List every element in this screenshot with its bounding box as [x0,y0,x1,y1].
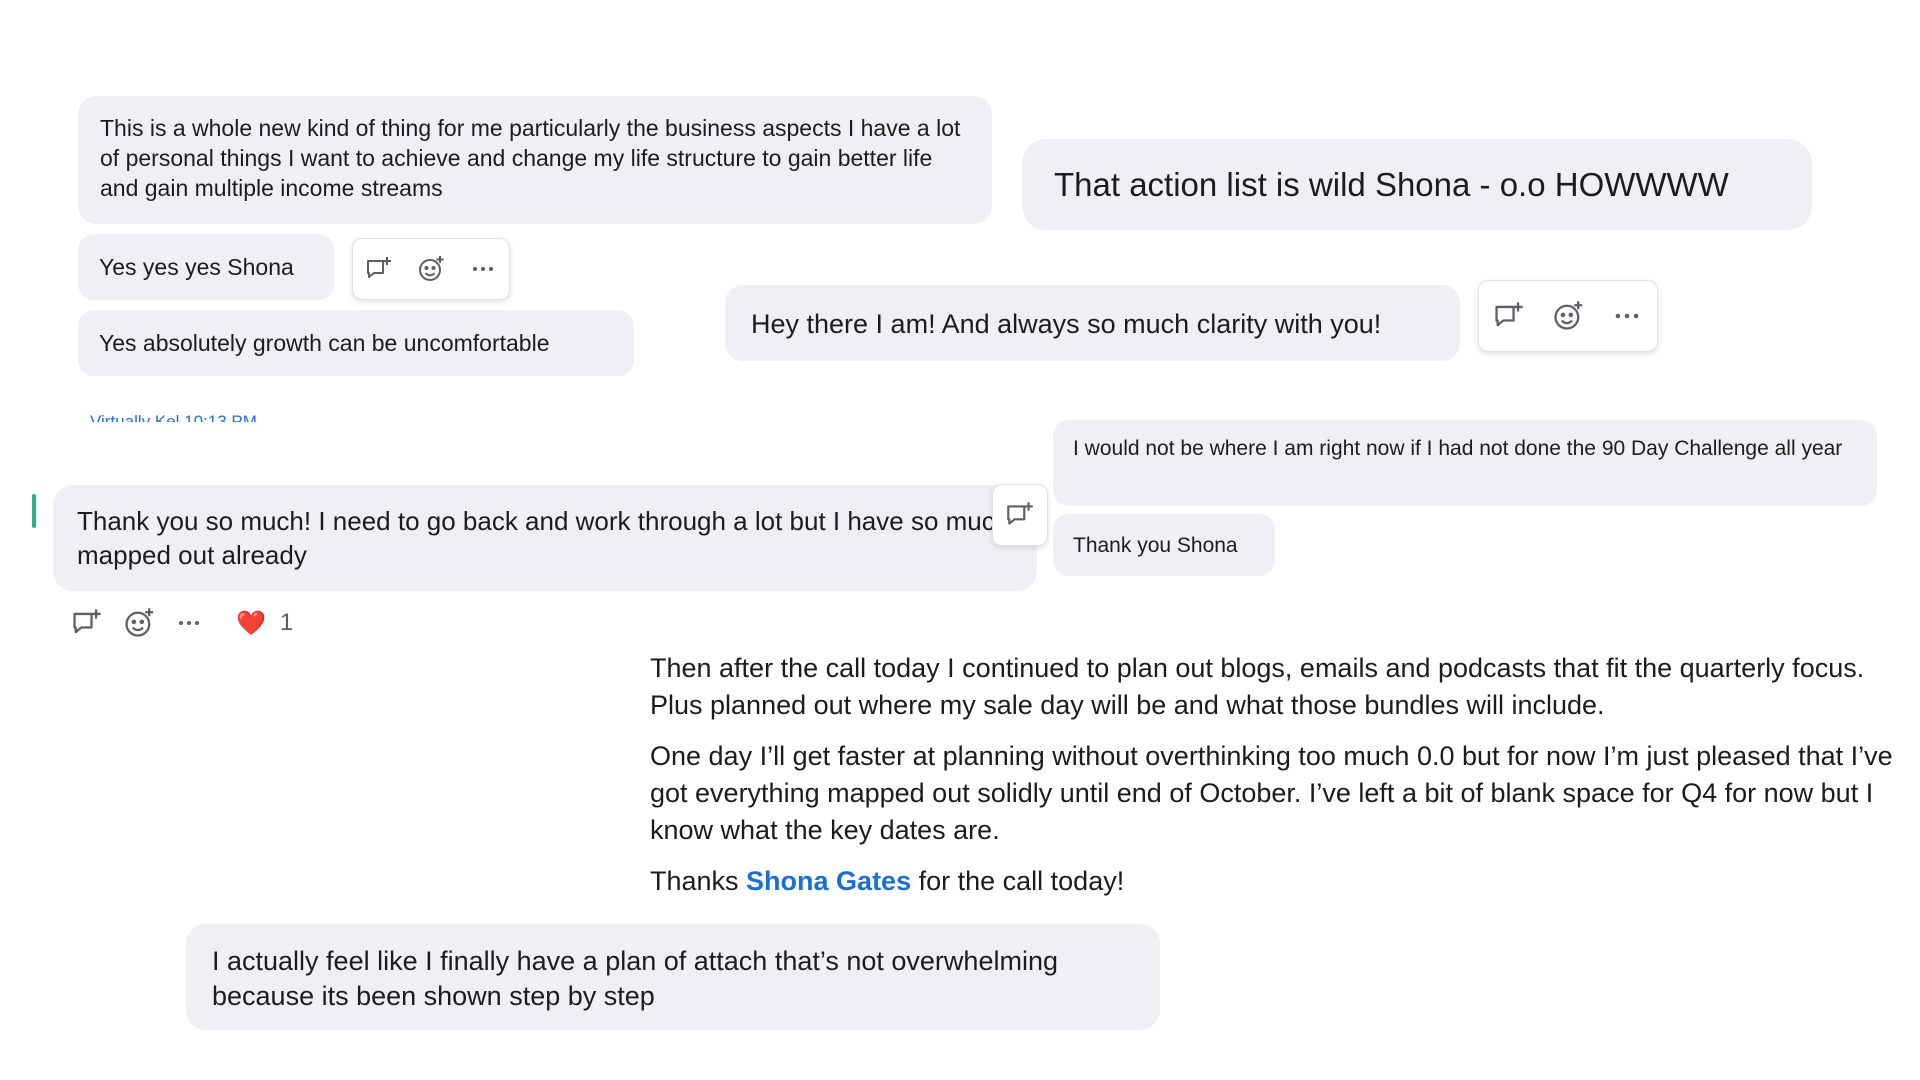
reply-in-thread-icon[interactable] [70,606,104,640]
heart-emoji: ❤️ [236,609,266,637]
unread-indicator [32,494,36,528]
message-bubble: Thank you so much! I need to go back and… [53,485,1037,591]
more-options-icon[interactable] [468,254,498,284]
message-text: I actually feel like I finally have a pl… [212,946,1058,1012]
message-text: Thank you Shona [1073,534,1238,557]
message-text: Yes yes yes Shona [99,254,294,280]
message-bubble: Yes absolutely growth can be uncomfortab… [78,310,634,376]
message-bubble: That action list is wild Shona - o.o HOW… [1022,139,1812,230]
message-bubble: Hey there I am! And always so much clari… [725,285,1460,361]
user-mention-link[interactable]: Shona Gates [746,866,911,896]
message-text: Thank you so much! I need to go back and… [77,506,1010,570]
message-action-toolbar [352,238,510,300]
message-text: I would not be where I am right now if I… [1073,437,1843,460]
message-bubble: I actually feel like I finally have a pl… [186,924,1160,1030]
heart-reaction[interactable]: ❤️ 1 [236,609,293,638]
post-text: Then after the call today I continued to… [650,650,1900,914]
post-paragraph: Thanks Shona Gates for the call today! [650,866,1125,896]
post-paragraph: Then after the call today I continued to… [650,653,1865,720]
message-text: That action list is wild Shona - o.o HOW… [1054,166,1729,203]
reply-in-thread-icon [1004,499,1036,531]
message-action-toolbar [1478,280,1658,352]
message-text: This is a whole new kind of thing for me… [100,115,961,201]
more-options-icon[interactable] [1610,299,1644,333]
message-text: Hey there I am! And always so much clari… [751,309,1382,339]
add-reaction-icon[interactable] [1551,299,1585,333]
message-reactions-row: ❤️ 1 [70,606,293,640]
reply-in-thread-icon[interactable] [1492,299,1526,333]
reaction-count: 1 [279,609,294,636]
add-reaction-icon[interactable] [122,606,156,640]
add-reaction-icon[interactable] [416,254,446,284]
message-bubble: This is a whole new kind of thing for me… [78,96,992,224]
message-bubble: Yes yes yes Shona [78,234,334,300]
message-bubble: Thank you Shona [1053,514,1275,576]
message-bubble: I would not be where I am right now if I… [1053,420,1877,506]
reply-button[interactable] [992,484,1048,546]
post-paragraph: One day I’ll get faster at planning with… [650,741,1893,845]
reply-in-thread-icon[interactable] [364,254,394,284]
more-options-icon[interactable] [174,608,204,638]
message-text: Yes absolutely growth can be uncomfortab… [99,330,550,356]
sender-meta-truncated: Virtually Kel 10:13 PM [90,412,257,422]
